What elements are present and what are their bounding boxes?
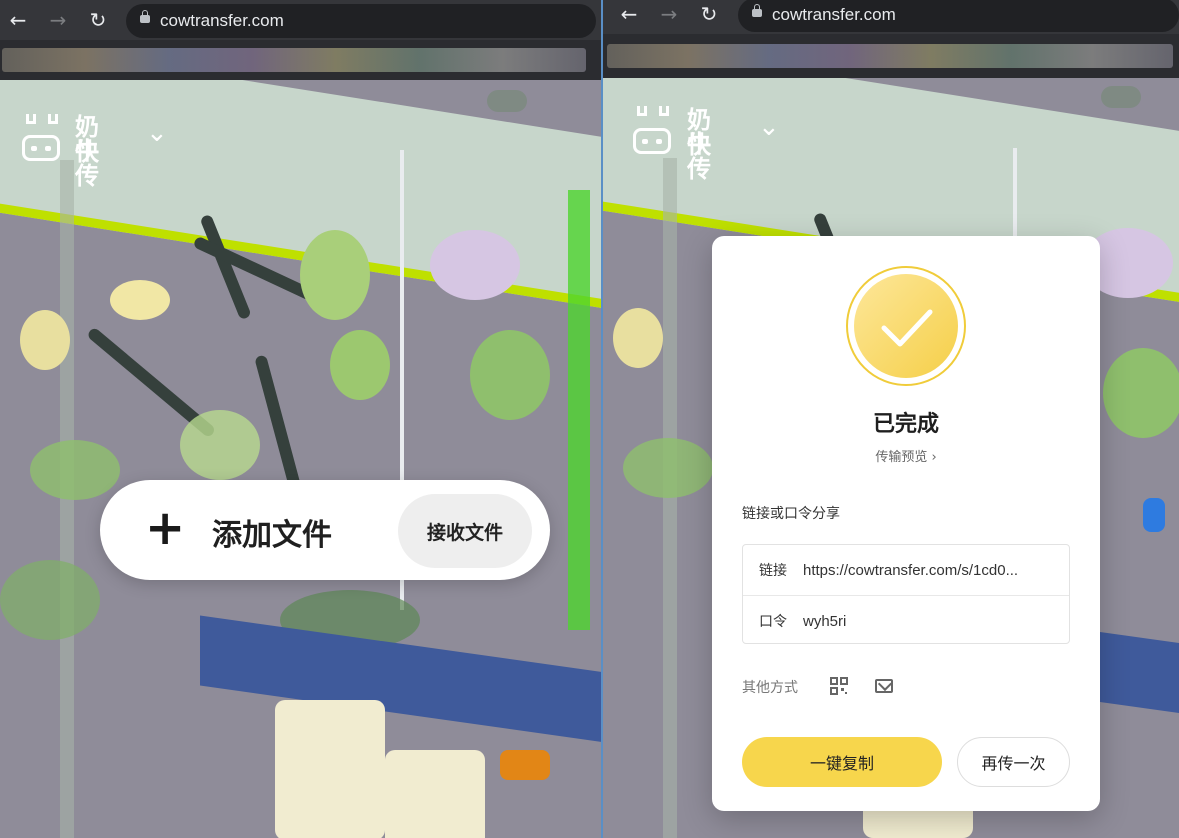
url-text: cowtransfer.com [160,11,284,30]
brand-line2: 快传 [75,138,99,190]
qrcode-icon[interactable] [830,677,848,695]
share-section-title: 链接或口令分享 [742,506,840,522]
lock-icon [752,4,762,17]
mail-icon[interactable] [875,679,893,693]
foliage-blob [470,330,550,420]
success-badge [846,266,966,386]
foliage-blob [330,330,390,400]
foliage-blob [613,308,663,368]
link-label: 链接 [759,563,787,579]
cow-horn-right [48,114,58,124]
checkmark-icon [881,309,933,347]
foliage-blob [20,310,70,370]
cow-icon [22,135,60,161]
bookmarks-bar [603,34,1179,78]
transfer-preview-link[interactable]: 传输预览 › [712,446,1100,465]
chevron-down-icon[interactable]: ⌄ [758,112,780,142]
sky-blob [487,90,527,112]
lock-icon [140,10,150,23]
pole [663,158,677,838]
link-row[interactable]: 链接 https://cowtransfer.com/s/1cd0... [743,545,1069,595]
browser-toolbar: ← → ↻ cowtransfer.com [603,0,1179,34]
upload-panel: + 添加文件 接收文件 [100,480,550,580]
cow-horn-right [659,106,669,116]
url-text: cowtransfer.com [772,5,896,24]
foliage-blob [430,230,520,300]
chair [275,700,385,838]
cow-horn-left [26,114,36,124]
copy-all-button[interactable]: 一键复制 [742,737,942,787]
foliage-blob [0,560,100,640]
green-bar [568,190,590,630]
browser-toolbar: ← → ↻ cowtransfer.com [0,0,601,40]
sky-blob [1101,86,1141,108]
blurred-bookmarks [607,44,1173,68]
code-label: 口令 [759,614,787,630]
reload-icon[interactable]: ↻ [697,2,721,26]
blurred-bookmarks [2,48,586,72]
reload-icon[interactable]: ↻ [86,8,110,32]
back-icon[interactable]: ← [6,8,30,32]
chair-accent [500,750,550,780]
other-methods-label: 其他方式 [742,680,798,696]
foliage-blob [30,440,120,500]
transfer-again-button[interactable]: 再传一次 [957,737,1070,787]
chair [385,750,485,838]
chevron-down-icon[interactable]: ⌄ [146,118,168,148]
forward-icon[interactable]: → [46,8,70,32]
foliage-blob [1103,348,1179,438]
address-bar[interactable]: cowtransfer.com [738,0,1179,32]
completion-title: 已完成 [872,412,939,437]
code-value[interactable]: wyh5ri [803,613,846,630]
link-value[interactable]: https://cowtransfer.com/s/1cd0... [803,562,1018,579]
cow-icon [633,128,671,154]
cow-horn-left [637,106,647,116]
left-browser-window: ← → ↻ cowtransfer.com 奶牛 快传 ⌄ + 添加文件 接收文… [0,0,601,838]
brand-line2: 快传 [687,131,711,183]
transfer-complete-dialog: 已完成 传输预览 › 链接或口令分享 链接 https://cowtransfe… [712,236,1100,811]
background-illustration [0,80,601,838]
bookmarks-bar [0,40,601,80]
add-file-button[interactable]: 添加文件 [212,510,332,554]
receive-file-button[interactable]: 接收文件 [398,494,532,568]
forward-icon[interactable]: → [657,2,681,26]
back-icon[interactable]: ← [617,2,641,26]
share-info-box: 链接 https://cowtransfer.com/s/1cd0... 口令 … [742,544,1070,644]
code-row[interactable]: 口令 wyh5ri [743,595,1069,646]
foliage-blob [180,410,260,480]
foliage-blob [110,280,170,320]
address-bar[interactable]: cowtransfer.com [126,4,596,38]
blue-shape [1143,498,1165,532]
right-browser-window: ← → ↻ cowtransfer.com 奶牛 快传 ⌄ 已完成 传输预览 ›… [603,0,1179,838]
foliage-blob [623,438,713,498]
foliage-blob [300,230,370,320]
add-icon[interactable]: + [145,504,185,552]
